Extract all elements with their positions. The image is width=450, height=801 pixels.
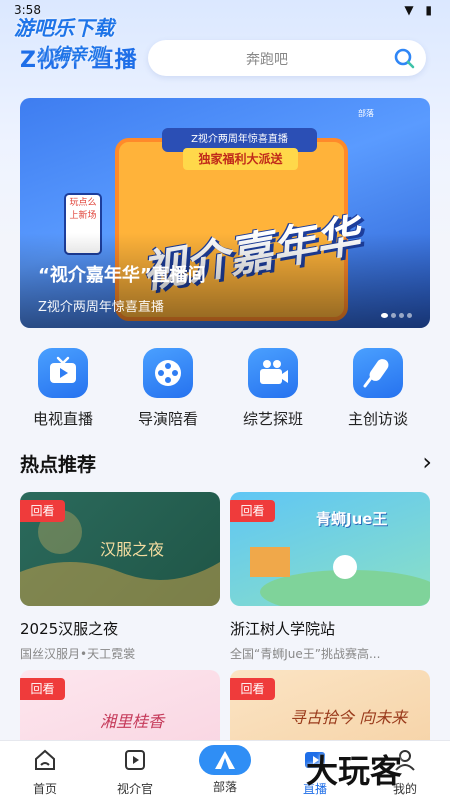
card-thumbnail: 汉服之夜 回看 — [20, 492, 220, 606]
banner-header-sub: 独家福利大派送 — [183, 148, 298, 170]
banner-dot[interactable] — [381, 313, 388, 318]
banner-dot[interactable] — [407, 313, 412, 318]
search-icon[interactable] — [392, 46, 416, 70]
card-image-text: 汉服之夜 — [100, 540, 165, 559]
section-title: 热点推荐 — [20, 454, 97, 476]
tab-label: 部落 — [212, 780, 237, 794]
watermark-top-line1: 游吧乐下载 — [14, 16, 114, 40]
banner-brand-logo: 部落 — [358, 109, 374, 118]
video-card[interactable]: 汉服之夜 回看 2025汉服之夜 国丝汉服月•天工霓裳 — [20, 492, 220, 662]
card-thumbnail: 青蛳Jue王 回看 — [230, 492, 430, 606]
tv-icon — [38, 348, 88, 398]
category-variety-visit[interactable]: 综艺探班 — [228, 348, 318, 429]
watermark-top-line2: 小编亲测 — [36, 45, 104, 65]
search-placeholder: 奔跑吧 — [246, 52, 288, 68]
tent-icon — [199, 745, 251, 775]
play-square-icon — [125, 750, 145, 770]
tab-label: 首页 — [32, 782, 57, 796]
section-more-chevron-icon[interactable]: › — [422, 448, 432, 476]
microphone-icon — [353, 348, 403, 398]
card-subtitle: 全国“青蛳Jue王”挑战赛高... — [230, 647, 381, 661]
card-title: 2025汉服之夜 — [20, 620, 119, 638]
video-camera-icon — [248, 348, 298, 398]
banner-dot[interactable] — [399, 313, 404, 318]
card-subtitle: 国丝汉服月•天工霓裳 — [20, 647, 136, 661]
status-icons: ▼ ▮ — [404, 3, 436, 17]
card-image-text: 湘里桂香 — [100, 712, 165, 731]
tab-buluo[interactable]: 部落 — [180, 745, 270, 795]
category-director-watch[interactable]: 导演陪看 — [123, 348, 213, 429]
card-title: 浙江树人学院站 — [230, 620, 336, 638]
banner-subtitle: Z视介两周年惊喜直播 — [38, 300, 164, 315]
card-image-text: 寻古拾今 向未来 — [290, 708, 408, 727]
category-label: 电视直播 — [32, 410, 93, 428]
home-icon — [35, 749, 55, 770]
watermark-bottom: 大玩客 — [306, 752, 403, 790]
banner-pagination[interactable] — [378, 303, 412, 322]
tab-shijieguan[interactable]: 视介官 — [90, 747, 180, 797]
category-label: 导演陪看 — [137, 410, 198, 428]
film-reel-icon — [143, 348, 193, 398]
search-bar[interactable]: 奔跑吧 — [148, 40, 426, 76]
card-image-text: 青蛳Jue王 — [316, 510, 388, 528]
tab-home[interactable]: 首页 — [0, 747, 90, 797]
replay-badge: 回看 — [20, 678, 65, 700]
category-label: 主创访谈 — [347, 410, 408, 428]
replay-badge: 回看 — [20, 500, 65, 522]
banner-dot[interactable] — [391, 313, 396, 318]
replay-badge: 回看 — [230, 500, 275, 522]
category-tv-live[interactable]: 电视直播 — [18, 348, 108, 429]
category-label: 综艺探班 — [242, 410, 303, 428]
tab-label: 视介官 — [116, 782, 153, 796]
category-creator-interview[interactable]: 主创访谈 — [333, 348, 423, 429]
hero-banner[interactable]: Z视介两周年惊喜直播 独家福利大派送 玩点么上新场 部落 视介嘉年华 “视介嘉年… — [20, 98, 430, 328]
video-card[interactable]: 青蛳Jue王 回看 浙江树人学院站 全国“青蛳Jue王”挑战赛高... — [230, 492, 430, 662]
replay-badge: 回看 — [230, 678, 275, 700]
banner-title: “视介嘉年华”直播间 — [38, 265, 206, 286]
